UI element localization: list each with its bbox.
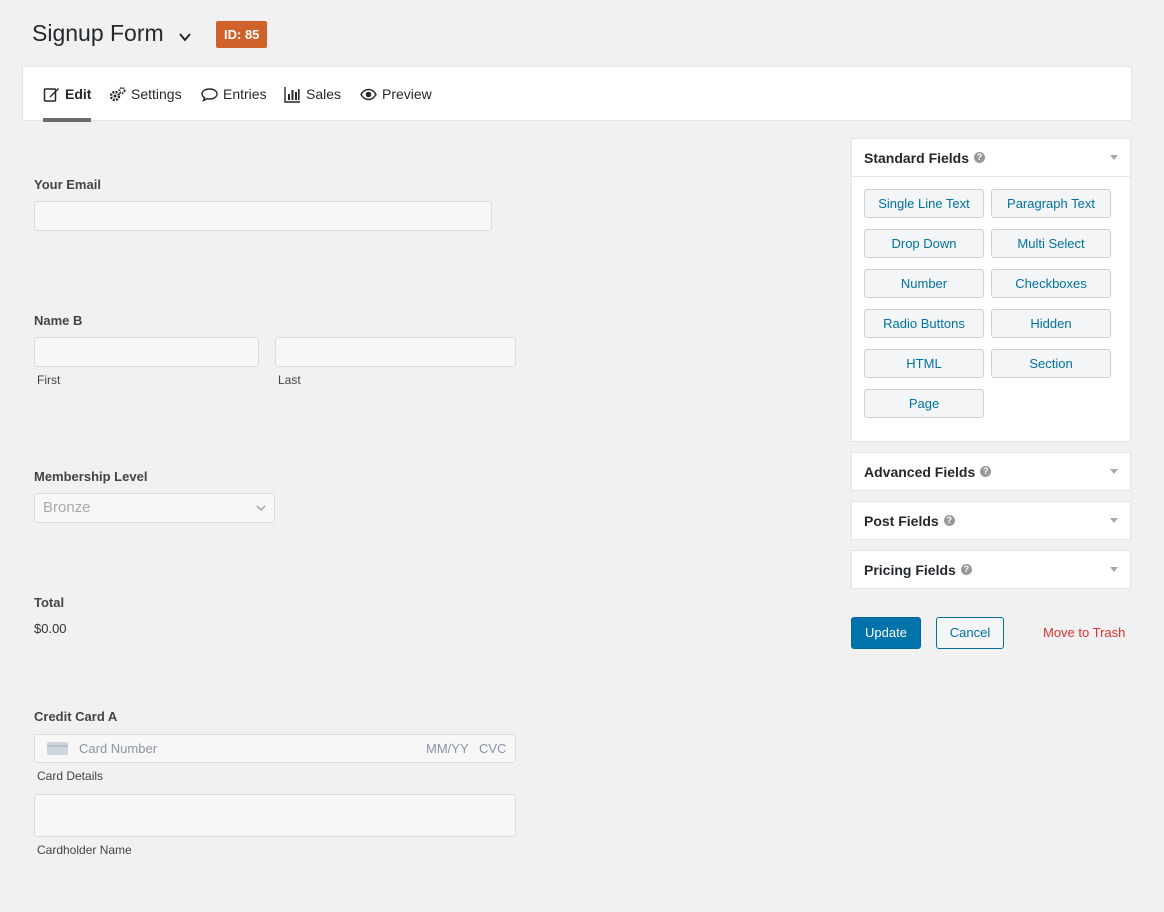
move-to-trash-link[interactable]: Move to Trash — [1043, 625, 1125, 640]
add-number-button[interactable]: Number — [864, 269, 984, 298]
post-fields-header[interactable]: Post Fields ? — [852, 502, 1130, 539]
standard-fields-title: Standard Fields — [864, 149, 970, 166]
cancel-button[interactable]: Cancel — [936, 617, 1004, 649]
name-field-label: Name B — [34, 313, 83, 328]
caret-down-icon — [1110, 567, 1118, 572]
email-field[interactable] — [34, 201, 492, 231]
help-icon[interactable]: ? — [980, 466, 992, 477]
membership-select-value: Bronze — [43, 499, 91, 516]
total-field-label: Total — [34, 595, 65, 610]
pricing-fields-panel[interactable]: Pricing Fields ? — [851, 550, 1131, 589]
pricing-fields-header[interactable]: Pricing Fields ? — [852, 551, 1130, 588]
chevron-down-icon — [256, 505, 266, 511]
card-expiry-placeholder: MM/YY — [426, 741, 469, 756]
standard-fields-header[interactable]: Standard Fields ? — [852, 139, 1130, 176]
advanced-fields-header[interactable]: Advanced Fields ? — [852, 453, 1130, 490]
card-details-input[interactable]: Card Number MM/YY CVC — [34, 734, 516, 763]
add-section-button[interactable]: Section — [991, 349, 1111, 378]
credit-card-field-label: Credit Card A — [34, 709, 118, 724]
tab-sales[interactable]: Sales — [284, 67, 341, 121]
add-paragraph-text-button[interactable]: Paragraph Text — [991, 189, 1111, 218]
tab-settings[interactable]: Settings — [109, 67, 182, 121]
tab-preview[interactable]: Preview — [360, 67, 432, 121]
tab-settings-label: Settings — [131, 86, 182, 102]
first-name-field[interactable] — [34, 337, 259, 367]
pricing-fields-title: Pricing Fields — [864, 561, 956, 578]
post-fields-panel[interactable]: Post Fields ? — [851, 501, 1131, 540]
caret-down-icon — [1110, 469, 1118, 474]
tab-edit[interactable]: Edit — [43, 67, 92, 122]
eye-icon — [360, 88, 377, 100]
add-checkboxes-button[interactable]: Checkboxes — [991, 269, 1111, 298]
add-html-button[interactable]: HTML — [864, 349, 984, 378]
edit-icon — [43, 87, 59, 102]
cardholder-name-sublabel: Cardholder Name — [37, 843, 132, 857]
add-hidden-button[interactable]: Hidden — [991, 309, 1111, 338]
card-details-sublabel: Card Details — [37, 769, 104, 783]
caret-down-icon — [1110, 518, 1118, 523]
tab-edit-label: Edit — [65, 86, 92, 102]
membership-select[interactable]: Bronze — [34, 493, 275, 523]
add-single-line-text-button[interactable]: Single Line Text — [864, 189, 984, 218]
card-number-placeholder: Card Number — [79, 741, 158, 756]
tab-entries-label: Entries — [223, 86, 267, 102]
advanced-fields-title: Advanced Fields — [864, 463, 976, 480]
post-fields-title: Post Fields — [864, 512, 939, 529]
tab-preview-label: Preview — [382, 86, 432, 102]
form-title-text: Signup Form — [32, 20, 164, 46]
form-title[interactable]: Signup Form — [32, 20, 164, 47]
tab-sales-label: Sales — [306, 86, 342, 102]
card-cvc-placeholder: CVC — [479, 741, 507, 756]
update-button[interactable]: Update — [851, 617, 921, 649]
membership-field-label: Membership Level — [34, 469, 148, 484]
comment-icon — [201, 87, 218, 102]
help-icon[interactable]: ? — [943, 515, 955, 526]
email-field-label: Your Email — [34, 177, 101, 192]
first-name-sublabel: First — [37, 373, 61, 387]
add-drop-down-button[interactable]: Drop Down — [864, 229, 984, 258]
bar-chart-icon — [284, 86, 300, 103]
standard-fields-body: Single Line Text Paragraph Text Drop Dow… — [852, 176, 1130, 442]
last-name-field[interactable] — [275, 337, 516, 367]
add-radio-buttons-button[interactable]: Radio Buttons — [864, 309, 984, 338]
caret-down-icon — [1110, 155, 1118, 160]
advanced-fields-panel[interactable]: Advanced Fields ? — [851, 452, 1131, 491]
gears-icon — [109, 86, 126, 101]
help-icon[interactable]: ? — [974, 152, 986, 163]
last-name-sublabel: Last — [278, 373, 301, 387]
form-id-badge: ID: 85 — [216, 21, 268, 48]
form-tab-bar: Edit Settings Entries Sales Preview — [22, 66, 1132, 122]
add-multi-select-button[interactable]: Multi Select — [991, 229, 1111, 258]
credit-card-icon — [47, 742, 68, 755]
cardholder-name-field[interactable] — [34, 794, 516, 837]
add-page-button[interactable]: Page — [864, 389, 984, 418]
chevron-down-icon[interactable] — [178, 30, 192, 44]
standard-fields-panel: Standard Fields ? Single Line Text Parag… — [851, 138, 1131, 442]
tab-entries[interactable]: Entries — [201, 67, 267, 121]
total-value: $0.00 — [34, 621, 67, 636]
help-icon[interactable]: ? — [960, 564, 972, 575]
